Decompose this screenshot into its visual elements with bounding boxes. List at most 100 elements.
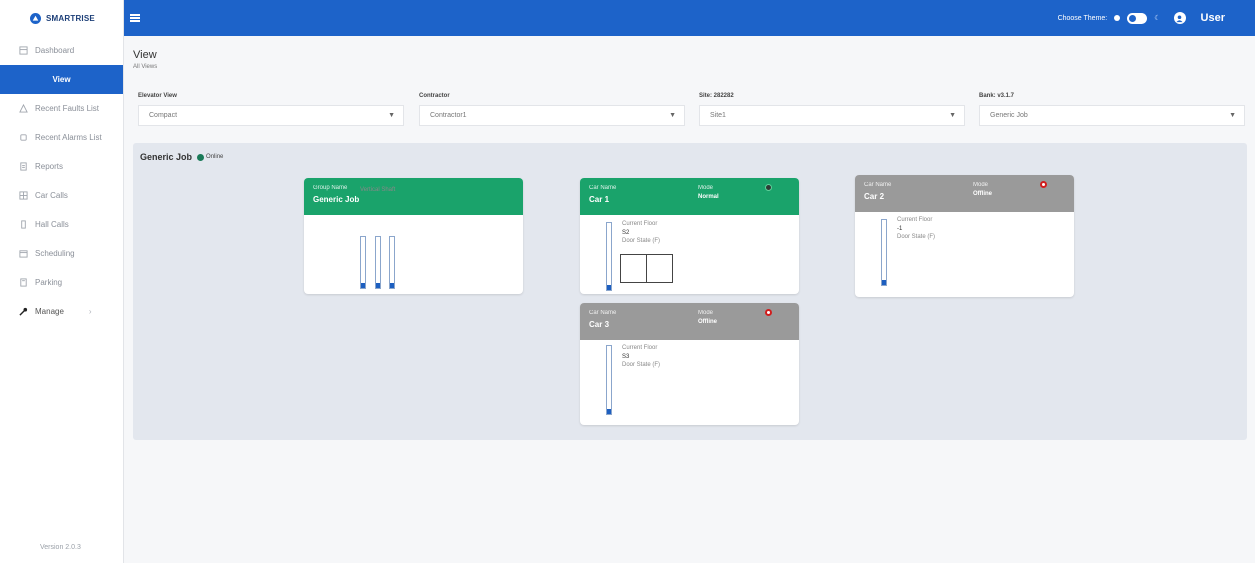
parking-icon [18, 278, 28, 288]
sidebar-item-recent-faults[interactable]: Recent Faults List [0, 94, 123, 123]
car-card-header: Car Name Car 3 Mode Offline [580, 303, 799, 340]
door-icon [620, 254, 673, 283]
sidebar-item-dashboard[interactable]: Dashboard [0, 36, 123, 65]
filter-label: Contractor [419, 93, 450, 99]
contractor-select[interactable]: Contractor1 ▼ [419, 105, 685, 126]
filter-label: Elevator View [138, 93, 177, 99]
car-name-label: Car Name [589, 185, 617, 191]
vertical-shaft [375, 236, 381, 289]
car-card-1[interactable]: Car Name Car 1 Mode Normal Current Floor… [580, 178, 799, 294]
sidebar-item-hall-calls[interactable]: Hall Calls [0, 210, 123, 239]
shaft-label: Vertical Shaft [360, 187, 396, 193]
chevron-right-icon: › [88, 307, 92, 316]
status-text: Online [206, 154, 224, 160]
floor-value: S3 [622, 353, 630, 360]
car-card-3[interactable]: Car Name Car 3 Mode Offline Current Floo… [580, 303, 799, 425]
dark-theme-icon: ☾ [1154, 15, 1161, 22]
car-name-label: Car Name [589, 310, 617, 316]
car-name-label: Car Name [864, 182, 892, 188]
job-name: Generic Job [140, 152, 193, 162]
sidebar-item-label: Recent Faults List [35, 104, 100, 113]
select-value: Contractor1 [430, 112, 467, 119]
dashboard-icon [18, 46, 28, 56]
calendar-icon [18, 249, 28, 259]
sidebar-item-label: Manage [35, 307, 64, 316]
sidebar-item-label: View [52, 75, 71, 84]
sidebar-item-label: Parking [35, 278, 63, 287]
floor-label: Current Floor [897, 217, 933, 223]
offline-status-icon [1040, 181, 1047, 188]
job-panel: Generic Job Online Group Name Generic Jo… [133, 143, 1247, 440]
sidebar-item-label: Recent Alarms List [35, 133, 102, 142]
user-avatar-icon[interactable] [1173, 12, 1186, 24]
sidebar: SMARTRISE Dashboard View Recent Faults L… [0, 0, 124, 563]
group-name: Generic Job [313, 195, 360, 204]
sidebar-item-label: Scheduling [35, 249, 75, 258]
group-card[interactable]: Group Name Generic Job Vertical Shaft [304, 178, 523, 294]
door-state-label: Door State (F) [897, 234, 936, 240]
report-icon [18, 162, 28, 172]
sidebar-item-label: Hall Calls [35, 220, 69, 229]
version-label: Version 2.0.3 [40, 544, 81, 551]
floor-label: Current Floor [622, 345, 658, 351]
mode-label: Mode [698, 185, 714, 191]
theme-label: Choose Theme: [1057, 14, 1108, 22]
sidebar-item-label: Car Calls [35, 191, 68, 200]
sidebar-item-manage[interactable]: Manage › [0, 297, 123, 326]
bank-select[interactable]: Generic Job ▼ [979, 105, 1245, 126]
sidebar-item-car-calls[interactable]: Car Calls [0, 181, 123, 210]
car-name: Car 2 [864, 192, 885, 201]
user-name[interactable]: User [1201, 12, 1225, 24]
online-status-icon [765, 184, 772, 191]
door-state-label: Door State (F) [622, 238, 661, 244]
elevator-view-select[interactable]: Compact ▼ [138, 105, 404, 126]
car-card-header: Car Name Car 2 Mode Offline [855, 175, 1074, 212]
vertical-shaft [389, 236, 395, 289]
select-value: Site1 [710, 112, 726, 119]
car-card-header: Car Name Car 1 Mode Normal [580, 178, 799, 215]
chevron-down-icon: ▼ [1229, 112, 1236, 119]
car-card-2[interactable]: Car Name Car 2 Mode Offline Current Floo… [855, 175, 1074, 297]
page-title: View [133, 49, 157, 61]
filter-elevator-view: Elevator View Compact ▼ [138, 93, 404, 126]
mode-value: Offline [698, 319, 717, 325]
car-name: Car 1 [589, 195, 610, 204]
warning-icon [18, 104, 28, 114]
offline-status-icon [765, 309, 772, 316]
car-shaft [881, 219, 887, 286]
theme-toggle[interactable] [1127, 12, 1148, 24]
car-calls-icon [18, 191, 28, 201]
sidebar-item-label: Reports [35, 162, 64, 171]
mode-value: Normal [698, 194, 719, 200]
site-select[interactable]: Site1 ▼ [699, 105, 965, 126]
sidebar-item-recent-alarms[interactable]: Recent Alarms List [0, 123, 123, 152]
chevron-down-icon: ▼ [669, 112, 676, 119]
car-info: Current Floor S3 Door State (F) [622, 344, 660, 370]
select-value: Generic Job [990, 112, 1028, 119]
menu-toggle-icon[interactable] [130, 14, 140, 22]
status-badge: Online [197, 153, 224, 161]
vertical-shaft [360, 236, 366, 289]
mode-label: Mode [973, 182, 989, 188]
bell-icon [18, 133, 28, 143]
sidebar-item-view[interactable]: View [0, 65, 123, 94]
top-bar-right: Choose Theme: ☾ User [1058, 0, 1225, 36]
floor-label: Current Floor [622, 221, 658, 227]
car-shaft [606, 345, 612, 415]
floor-value: S2 [622, 229, 630, 236]
select-value: Compact [149, 112, 178, 119]
group-card-header: Group Name Generic Job [304, 178, 523, 215]
main-content: View All Views Elevator View Compact ▼ C… [124, 36, 1255, 563]
car-name: Car 3 [589, 320, 610, 329]
light-theme-icon [1114, 15, 1121, 21]
hall-calls-icon [18, 220, 28, 230]
sidebar-item-parking[interactable]: Parking [0, 268, 123, 297]
sidebar-item-scheduling[interactable]: Scheduling [0, 239, 123, 268]
mode-value: Offline [973, 191, 992, 197]
car-info: Current Floor -1 Door State (F) [897, 216, 935, 242]
car-shaft [606, 222, 612, 291]
filter-bank: Bank: v3.1.7 Generic Job ▼ [979, 93, 1245, 126]
logo[interactable]: SMARTRISE [0, 0, 123, 36]
job-title: Generic Job Online [140, 152, 223, 162]
sidebar-item-reports[interactable]: Reports [0, 152, 123, 181]
